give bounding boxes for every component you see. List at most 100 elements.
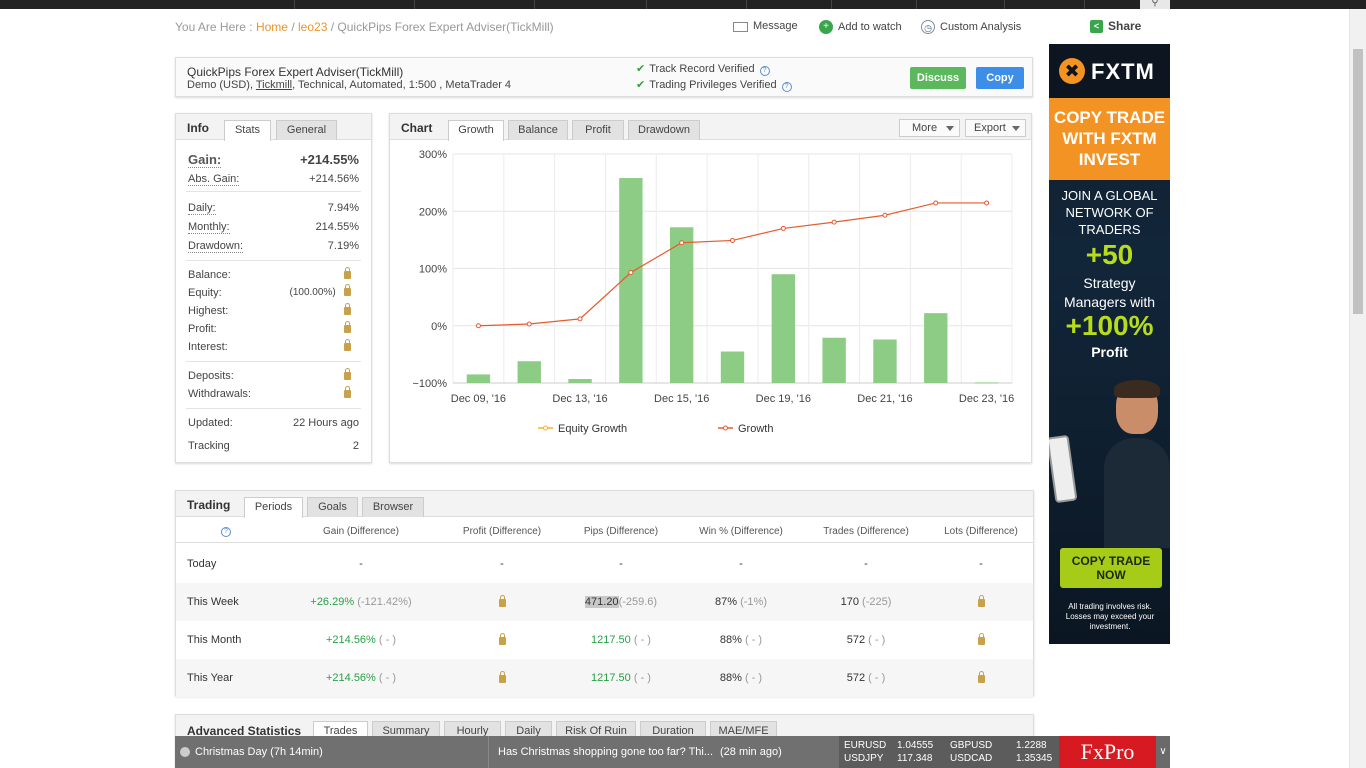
growth-point[interactable] [526, 321, 532, 327]
scrollbar-thumb[interactable] [1353, 49, 1363, 314]
chart-bar[interactable] [720, 351, 745, 383]
help-icon[interactable]: ? [221, 526, 231, 537]
chart-bar[interactable] [669, 227, 694, 383]
nav-segment[interactable] [535, 0, 647, 9]
chart-bar[interactable] [873, 339, 897, 383]
header-trades[interactable]: Trades (Difference) [810, 521, 922, 542]
chart-bar[interactable] [517, 361, 541, 383]
trades-value: 572 [846, 672, 866, 684]
ad-disclaimer: All trading involves risk. Losses may ex… [1065, 602, 1155, 631]
gain-diff: (-121.42%) [357, 596, 412, 608]
trades-diff: ( - ) [868, 634, 886, 646]
growth-point[interactable] [679, 240, 685, 246]
growth-point[interactable] [780, 225, 786, 231]
header-win[interactable]: Win % (Difference) [686, 521, 796, 542]
copy-button[interactable]: Copy [976, 67, 1024, 89]
withdrawals-row: Withdrawals: [188, 386, 359, 400]
growth-point[interactable] [831, 219, 837, 225]
gain-diff: ( - ) [378, 634, 397, 646]
help-icon[interactable]: ? [759, 66, 770, 76]
copy-trade-now-button[interactable]: COPY TRADE NOW [1060, 548, 1162, 588]
quote-symbol[interactable]: GBPUSD [950, 740, 992, 751]
header-profit[interactable]: Profit (Difference) [446, 521, 558, 542]
header-gain[interactable]: Gain (Difference) [306, 521, 416, 542]
legend-equity-growth[interactable]: Equity Growth [558, 423, 627, 435]
chart-bar[interactable] [568, 378, 592, 383]
lots-cell: - [979, 558, 983, 570]
discuss-button[interactable]: Discuss [910, 67, 966, 89]
tab-balance[interactable]: Balance [508, 120, 568, 140]
chart-bar[interactable] [974, 382, 999, 384]
growth-point[interactable] [730, 237, 735, 243]
breadcrumb-user-link[interactable]: leo23 [298, 20, 327, 34]
more-dropdown[interactable]: More [899, 119, 960, 137]
custom-analysis-button[interactable]: ◷ Custom Analysis [921, 20, 1021, 34]
chart-bar[interactable] [924, 313, 948, 383]
tab-stats[interactable]: Stats [224, 120, 271, 141]
broker-link[interactable]: Tickmill [256, 79, 292, 91]
quote-value: 1.04555 [897, 740, 934, 751]
chevron-down-icon[interactable]: ∨ [1156, 736, 1170, 768]
quote-symbol[interactable]: USDCAD [950, 753, 992, 764]
growth-point[interactable] [475, 323, 481, 329]
tracking-value[interactable]: 2 [353, 440, 359, 452]
abs-gain-row: Abs. Gain: +214.56% [188, 173, 359, 186]
tab-drawdown[interactable]: Drawdown [628, 120, 700, 140]
divider [186, 260, 361, 261]
growth-point[interactable] [984, 200, 990, 206]
legend-growth[interactable]: Growth [738, 423, 773, 435]
growth-point[interactable] [933, 200, 939, 206]
quote-symbol[interactable]: EURUSD [844, 740, 886, 751]
tab-goals[interactable]: Goals [307, 497, 358, 517]
nav-segment[interactable] [295, 0, 415, 9]
highest-row: Highest: [188, 303, 359, 317]
breadcrumb-home-link[interactable]: Home [256, 20, 288, 34]
chart-bar[interactable] [822, 337, 846, 383]
growth-point[interactable] [628, 270, 634, 276]
export-dropdown[interactable]: Export [965, 119, 1026, 137]
message-button[interactable]: Message [733, 20, 798, 32]
tab-periods[interactable]: Periods [244, 497, 303, 518]
win-cell: - [739, 558, 743, 570]
fxtm-advertisement[interactable]: ✖ FXTM COPY TRADE WITH FXTM INVEST JOIN … [1049, 44, 1170, 644]
nav-segment[interactable] [415, 0, 535, 9]
nav-segment[interactable] [175, 0, 295, 9]
updated-row: Updated: 22 Hours ago [188, 417, 359, 429]
tab-growth[interactable]: Growth [448, 120, 504, 141]
header-lots[interactable]: Lots (Difference) [926, 521, 1036, 542]
daily-value: 7.94% [327, 202, 359, 214]
chart-bar[interactable] [771, 274, 796, 383]
ticker-news[interactable]: Has Christmas shopping gone too far? Thi… [498, 746, 713, 758]
table-row: This Month +214.56% ( - ) 1217.50 ( - ) … [176, 621, 1033, 659]
x-tick-label: Dec 19, '16 [756, 393, 811, 405]
win-value: 88% [719, 672, 742, 684]
nav-segment[interactable] [647, 0, 747, 9]
tab-browser[interactable]: Browser [362, 497, 424, 517]
growth-chart: 300% 200% 100% 0% −100% Dec 09, '16 Dec 13, '1… [412, 149, 1014, 435]
header-pips[interactable]: Pips (Difference) [566, 521, 676, 542]
help-icon[interactable]: ? [781, 82, 792, 92]
growth-point[interactable] [882, 212, 888, 218]
monthly-row: Monthly: 214.55% [188, 221, 359, 234]
gain-diff: ( - ) [378, 672, 397, 684]
lock-icon [977, 595, 985, 607]
quote-symbol[interactable]: USDJPY [844, 753, 883, 764]
nav-segment[interactable] [917, 0, 1005, 9]
nav-segment[interactable] [832, 0, 917, 9]
divider [186, 408, 361, 409]
chart-bar[interactable] [466, 374, 491, 383]
page-scrollbar[interactable] [1349, 9, 1366, 768]
fxpro-logo[interactable]: FxPro [1059, 736, 1156, 768]
growth-point[interactable] [577, 316, 583, 322]
nav-segment[interactable] [1005, 0, 1085, 9]
search-icon[interactable]: ⚲ [1140, 0, 1170, 9]
tab-general[interactable]: General [276, 120, 337, 140]
ticker-event[interactable]: Christmas Day (7h 14min) [195, 746, 323, 758]
share-button[interactable]: < Share [1090, 19, 1141, 33]
ad-profit-label: Profit [1091, 344, 1128, 360]
gain-value: +26.29% [310, 596, 355, 608]
add-to-watch-button[interactable]: + Add to watch [819, 20, 902, 34]
tab-profit[interactable]: Profit [572, 120, 624, 140]
nav-segment[interactable] [747, 0, 832, 9]
breadcrumb-separator: / [291, 20, 295, 34]
